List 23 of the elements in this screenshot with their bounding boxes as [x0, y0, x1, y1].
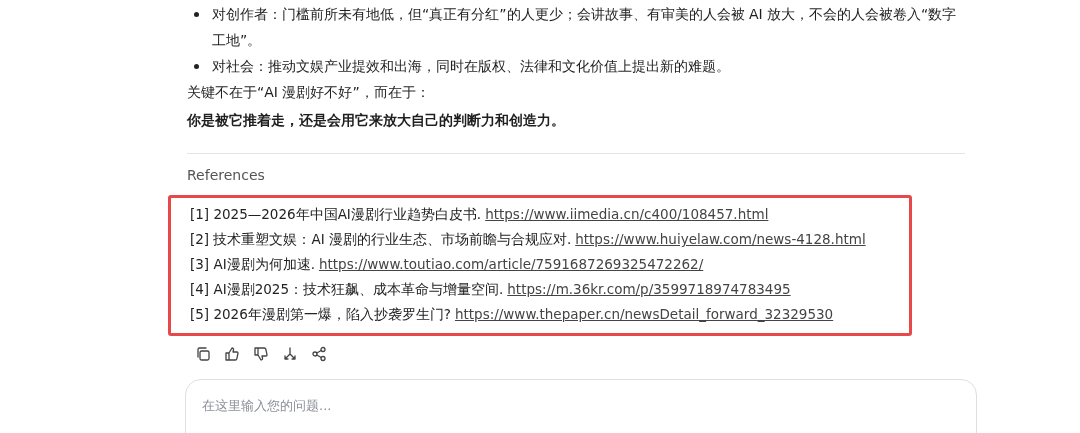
bullet-dot: [194, 12, 199, 17]
reference-link[interactable]: https://www.huiyelaw.com/news-4128.html: [575, 231, 866, 247]
thumbs-up-icon[interactable]: [224, 346, 240, 362]
share-icon[interactable]: [311, 346, 327, 362]
reference-text: [1] 2025—2026年中国AI漫剧行业趋势白皮书.: [190, 206, 482, 222]
reference-text: [5] 2026年漫剧第一爆，陷入抄袭罗生门?: [190, 306, 451, 322]
paragraph: 关键不在于“AI 漫剧好不好”，而在于：: [187, 83, 431, 102]
copy-icon[interactable]: [195, 346, 211, 362]
reference-text: [2] 技术重塑文娱：AI 漫剧的行业生态、市场前瞻与合规应对.: [190, 231, 572, 247]
conclusion-text: 你是被它推着走，还是会用它来放大自己的判断力和创造力。: [187, 111, 566, 130]
thumbs-down-icon[interactable]: [253, 346, 269, 362]
branch-icon[interactable]: [282, 346, 298, 362]
reference-link[interactable]: https://m.36kr.com/p/3599718974783495: [507, 281, 791, 297]
bullet-text: 对社会：推动文娱产业提效和出海，同时在版权、法律和文化价值上提出新的难题。: [212, 57, 731, 76]
references-heading: References: [187, 166, 266, 184]
reference-text: [3] AI漫剧为何加速.: [190, 256, 315, 272]
reference-link[interactable]: https://www.toutiao.com/article/7591687269325472262/: [318, 256, 704, 272]
reference-link[interactable]: https://www.iimedia.cn/c400/108457.html: [485, 206, 769, 222]
bullet-text: 对创作者：门槛前所未有地低，但“真正有分红”的人更少；会讲故事、有审美的人会被 AI 放大，不会的人会被卷入“数字工地”。: [212, 5, 958, 50]
reference-link[interactable]: https://www.thepaper.cn/newsDetail_forward_32329530: [454, 306, 834, 322]
bullet-dot: [194, 64, 199, 69]
question-input-field[interactable]: 在这里输入您的问题...: [185, 379, 977, 433]
reference-text: [4] AI漫剧2025：技术狂飙、成本革命与增量空间.: [190, 281, 504, 297]
